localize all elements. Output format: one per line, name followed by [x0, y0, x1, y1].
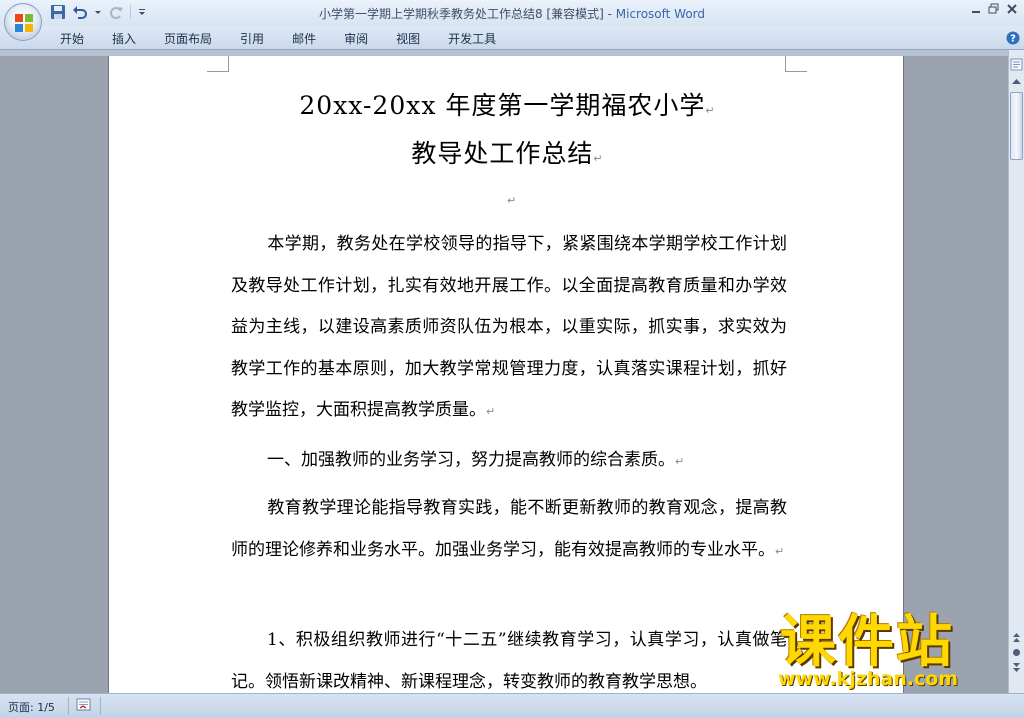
watermark-logo-text: 课件站	[780, 610, 954, 675]
section-heading-1: 一、加强教师的业务学习，努力提高教师的综合素质。↵	[231, 440, 787, 483]
watermark-url: www.kjzhan.com	[778, 668, 959, 690]
status-separator	[68, 697, 69, 715]
minimize-icon[interactable]	[970, 3, 982, 15]
ribbon-tabs: 开始 插入 页面布局 引用 邮件 审阅 视图 开发工具	[60, 30, 524, 47]
tab-page-layout[interactable]: 页面布局	[164, 30, 226, 47]
svg-text:?: ?	[1010, 34, 1016, 45]
empty-paragraph-mark: ↵	[507, 194, 517, 207]
paragraph-intro-text: 本学期，教务处在学校领导的指导下，紧紧围绕本学期学校工作计划及教导处工作计划，扎…	[231, 234, 787, 420]
paragraph-item-1: 1、积极组织教师进行“十二五”继续教育学习，认真学习，认真做笔记。领悟新课改精神…	[231, 620, 787, 693]
ribbon-tab-bar: 开始 插入 页面布局 引用 邮件 审阅 视图 开发工具 ?	[0, 26, 1024, 50]
scroll-up-icon[interactable]	[1010, 76, 1023, 88]
office-logo-icon	[15, 14, 33, 32]
document-area: 20xx-20xx 年度第一学期福农小学↵ 教导处工作总结↵ ↵ 本学期，教务处…	[0, 56, 1008, 693]
tab-developer[interactable]: 开发工具	[448, 30, 510, 47]
paragraph-item-1-text: 1、积极组织教师进行“十二五”继续教育学习，认真学习，认真做笔记。领悟新课改精神…	[231, 630, 787, 692]
select-browse-object-icon[interactable]	[1012, 648, 1021, 657]
crop-mark-right	[785, 56, 807, 72]
paragraph-mark: ↵	[593, 152, 603, 165]
title-bar: 小学第一学期上学期秋季教务处工作总结8 [兼容模式] - Microsoft W…	[0, 0, 1024, 41]
help-icon[interactable]: ?	[1006, 31, 1020, 45]
close-icon[interactable]	[1006, 3, 1018, 15]
vertical-scrollbar[interactable]	[1008, 50, 1024, 693]
paragraph-mark: ↵	[775, 544, 785, 558]
tab-view[interactable]: 视图	[396, 30, 434, 47]
status-bar: 页面: 1/5	[0, 693, 1024, 718]
title-line-1-text: 20xx-20xx 年度第一学期福农小学	[299, 91, 706, 120]
page-counter[interactable]: 页面: 1/5	[8, 699, 55, 715]
crop-mark-left	[207, 56, 229, 72]
previous-page-icon[interactable]	[1011, 632, 1022, 643]
office-button[interactable]	[4, 3, 42, 41]
document-name: 小学第一学期上学期秋季教务处工作总结8 [兼容模式]	[318, 7, 604, 21]
scrollbar-thumb[interactable]	[1010, 92, 1023, 160]
paragraph-mark: ↵	[675, 455, 685, 468]
window-title: 小学第一学期上学期秋季教务处工作总结8 [兼容模式] - Microsoft W…	[0, 5, 1024, 22]
restore-icon[interactable]	[988, 3, 1000, 15]
application-name: Microsoft Word	[615, 7, 706, 21]
next-page-icon[interactable]	[1011, 662, 1022, 673]
paragraph-theory: 教育教学理论能指导教育实践，能不断更新教师的教育观念，提高教师的理论修养和业务水…	[231, 488, 787, 572]
title-separator: -	[603, 7, 616, 21]
view-ruler-icon[interactable]	[1010, 58, 1023, 71]
tab-home[interactable]: 开始	[60, 30, 98, 47]
paragraph-mark: ↵	[486, 405, 496, 418]
paragraph-theory-text: 教育教学理论能指导教育实践，能不断更新教师的教育观念，提高教师的理论修养和业务水…	[231, 498, 787, 560]
paragraph-intro: 本学期，教务处在学校领导的指导下，紧紧围绕本学期学校工作计划及教导处工作计划，扎…	[231, 224, 787, 433]
paragraph-mark: ↵	[705, 104, 715, 117]
document-page[interactable]: 20xx-20xx 年度第一学期福农小学↵ 教导处工作总结↵ ↵ 本学期，教务处…	[108, 56, 904, 693]
title-line-2-text: 教导处工作总结	[411, 139, 594, 168]
site-watermark: 课件站 www.kjzhan.com	[774, 612, 1004, 692]
section-heading-1-text: 一、加强教师的业务学习，努力提高教师的综合素质。	[267, 450, 675, 470]
proofing-status-icon[interactable]	[76, 698, 92, 712]
tab-references[interactable]: 引用	[240, 30, 278, 47]
tab-insert[interactable]: 插入	[112, 30, 150, 47]
document-title-line-1: 20xx-20xx 年度第一学期福农小学↵	[109, 86, 905, 122]
document-title-line-2: 教导处工作总结↵	[109, 134, 905, 170]
window-controls	[970, 3, 1018, 15]
status-separator	[100, 697, 101, 715]
tab-mailings[interactable]: 邮件	[292, 30, 330, 47]
tab-review[interactable]: 审阅	[344, 30, 382, 47]
